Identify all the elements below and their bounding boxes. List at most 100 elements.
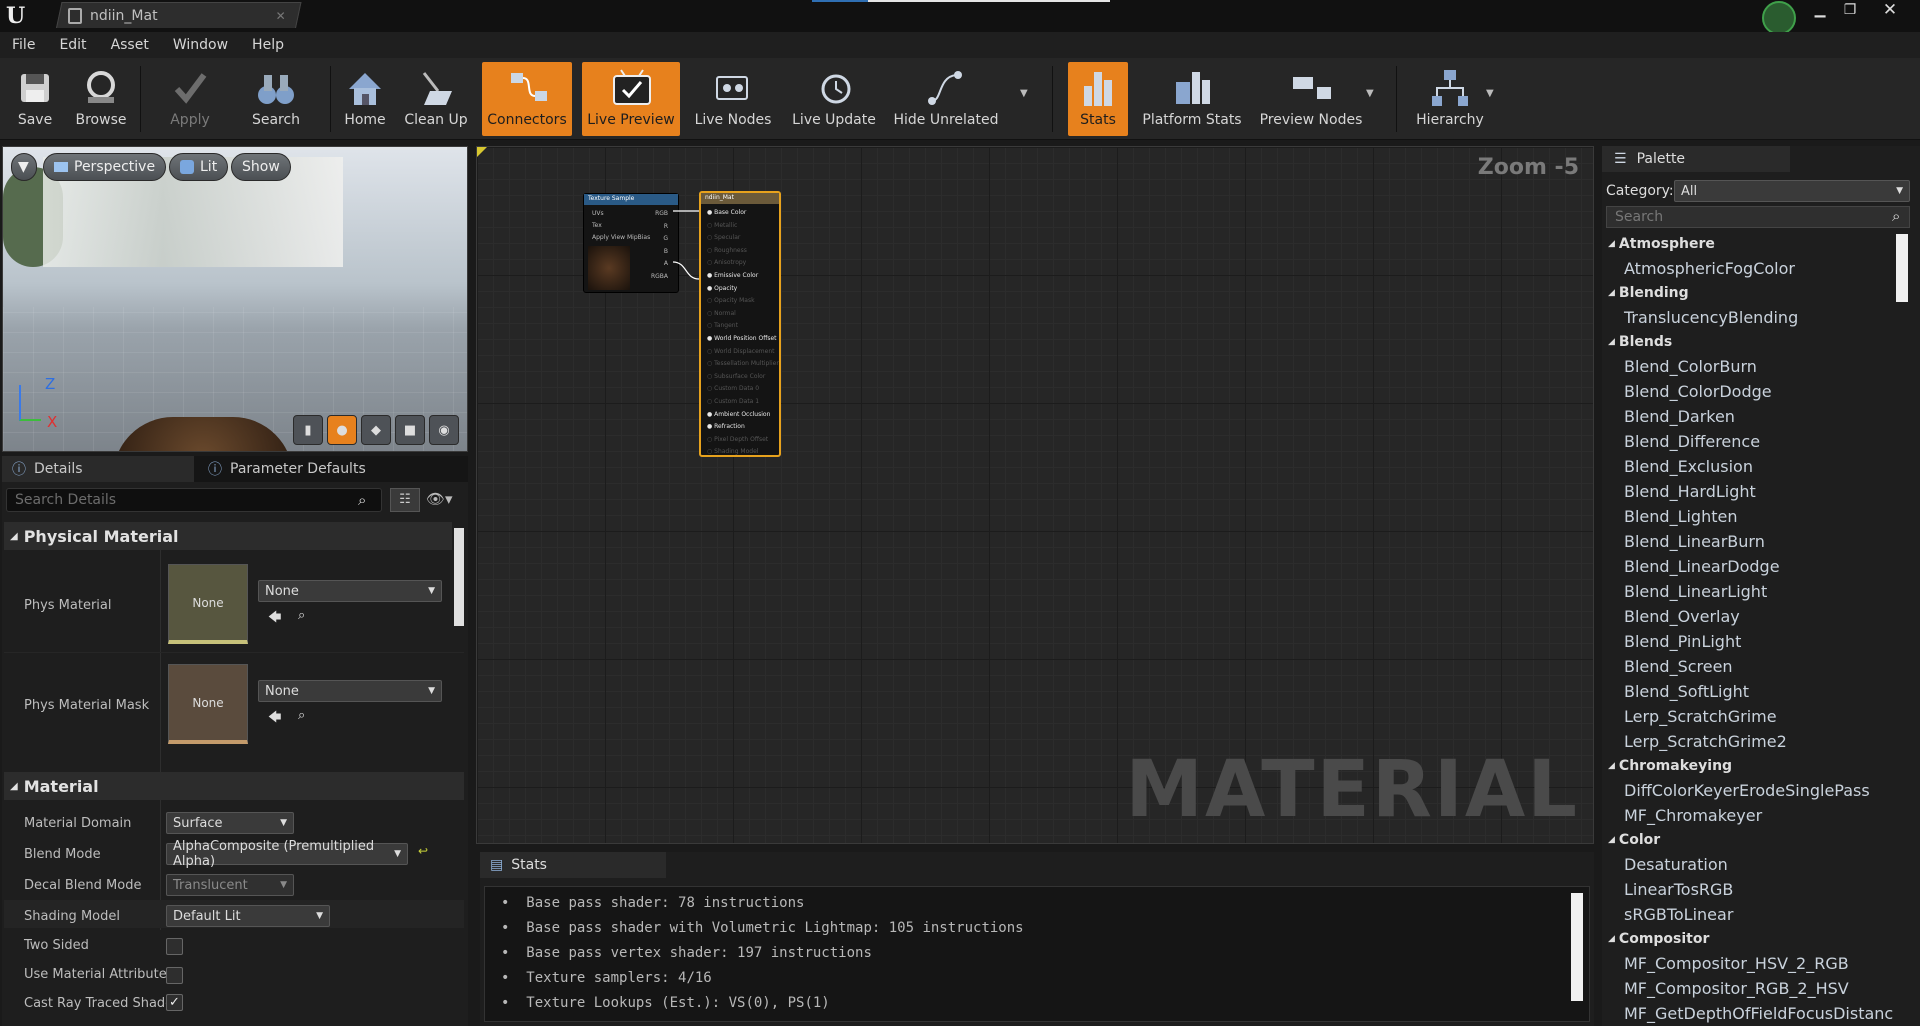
palette-item[interactable]: MF_Chromakeyer [1602,803,1902,828]
material-pin[interactable]: ○ Metallic [707,220,779,233]
phys-material-mask-thumbnail[interactable]: None [168,664,248,744]
material-pin[interactable]: ● Ambient Occlusion [707,409,779,422]
lit-button[interactable]: Lit [169,153,229,181]
palette-category[interactable]: ◢ Color [1602,828,1902,852]
home-button[interactable]: Home [336,62,394,136]
palette-item[interactable]: Blend_Difference [1602,429,1902,454]
material-pin[interactable]: ○ Custom Data 0 [707,383,779,396]
view-options-icon[interactable]: ☷ [390,488,420,512]
details-search-input[interactable]: Search Details [6,488,382,512]
palette-item[interactable]: Blend_ColorBurn [1602,354,1902,379]
cast-ray-traced-shadows-checkbox[interactable]: ✓ [166,994,183,1011]
learning-icon[interactable] [1762,1,1796,35]
palette-category[interactable]: ◢ Blending [1602,281,1902,305]
perspective-button[interactable]: Perspective [43,153,167,181]
material-pin[interactable]: ● Emissive Color [707,270,779,283]
material-pin[interactable]: ○ Pixel Depth Offset [707,434,779,447]
palette-item[interactable]: Blend_Screen [1602,654,1902,679]
preview-nodes-button[interactable]: Preview Nodes [1256,62,1366,136]
tab-parameter-defaults[interactable]: ⓘ Parameter Defaults [198,456,378,482]
palette-item[interactable]: Blend_PinLight [1602,629,1902,654]
eye-visibility-icon[interactable]: 👁▾ [426,490,453,508]
palette-item[interactable]: LinearTosRGB [1602,877,1902,902]
cylinder-icon[interactable]: ▮ [293,415,323,445]
palette-item[interactable]: MF_Compositor_HSV_2_RGB [1602,951,1902,976]
sphere-icon[interactable]: ● [327,415,357,445]
palette-item[interactable]: Desaturation [1602,852,1902,877]
show-button[interactable]: Show [231,153,291,181]
material-pin[interactable]: ○ Specular [707,232,779,245]
material-pin[interactable]: ○ World Displacement [707,346,779,359]
viewport-options-button[interactable]: ▼ [11,153,37,181]
palette-item[interactable]: Lerp_ScratchGrime [1602,704,1902,729]
palette-item[interactable]: Blend_Darken [1602,404,1902,429]
palette-item[interactable]: AtmosphericFogColor [1602,256,1902,281]
live-nodes-button[interactable]: Live Nodes [688,62,778,136]
category-combo[interactable]: All ▼ [1674,180,1910,202]
material-pin[interactable]: ○ Subsurface Color [707,371,779,384]
stats-button[interactable]: Stats [1068,62,1128,136]
menu-window[interactable]: Window [161,37,240,53]
browse-asset-search-icon[interactable]: ⌕ [298,708,305,723]
material-pin[interactable]: ○ Tessellation Multiplier [707,358,779,371]
save-button[interactable]: Save [6,62,64,136]
material-result-node[interactable]: ndiin_Mat ● Base Color ○ Metallic ○ Specul… [699,191,781,457]
preview-viewport[interactable]: ▼ Perspective Lit Show Z X ▮ ● ◆ ■ ◉ [2,146,468,452]
menu-help[interactable]: Help [240,37,296,53]
physical-material-header[interactable]: ◢ Physical Material [4,522,452,550]
material-header[interactable]: ◢ Material [4,772,464,800]
browse-button[interactable]: Browse [72,62,130,136]
connectors-button[interactable]: Connectors [482,62,572,136]
minimize-icon[interactable]: ▁ [1806,0,1834,20]
phys-material-mask-combo[interactable]: None ▼ [258,680,442,702]
material-pin[interactable]: ○ Anisotropy [707,257,779,270]
shading-model-combo[interactable]: Default Lit ▼ [166,905,330,927]
close-window-icon[interactable]: ✕ [1876,0,1904,20]
tab-stats[interactable]: ▤ Stats [480,852,666,878]
palette-item[interactable]: Blend_ColorDodge [1602,379,1902,404]
material-pin[interactable]: ○ Opacity Mask [707,295,779,308]
details-scrollbar[interactable] [454,528,464,626]
palette-search-input[interactable]: Search [1606,206,1910,228]
palette-item[interactable]: sRGBToLinear [1602,902,1902,927]
teapot-icon[interactable]: ◉ [429,415,459,445]
palette-category[interactable]: ◢ Chromakeying [1602,754,1902,778]
tab-palette[interactable]: ☰ Palette [1602,146,1790,172]
material-pin[interactable]: ○ Custom Data 1 [707,396,779,409]
material-pin[interactable]: ● Base Color [707,207,779,220]
two-sided-checkbox[interactable] [166,938,183,955]
use-selected-arrow-icon[interactable]: 🡄 [268,608,281,630]
palette-category[interactable]: ◢ Compositor [1602,927,1902,951]
material-pin[interactable]: ○ Tangent [707,320,779,333]
search-button[interactable]: Search [244,62,308,136]
tab-details[interactable]: ⓘ Details [2,456,194,482]
use-selected-arrow-icon[interactable]: 🡄 [268,708,281,730]
palette-item[interactable]: DiffColorKeyerErodeSinglePass [1602,778,1902,803]
palette-item[interactable]: Blend_SoftLight [1602,679,1902,704]
hide-unrelated-button[interactable]: Hide Unrelated [890,62,1002,136]
asset-tab[interactable]: ndiin_Mat ✕ [68,5,286,27]
platform-stats-button[interactable]: Platform Stats [1138,62,1246,136]
palette-item[interactable]: TranslucencyBlending [1602,305,1902,330]
reset-to-default-icon[interactable]: ↩ [418,844,428,858]
palette-item[interactable]: Blend_LinearBurn [1602,529,1902,554]
palette-category[interactable]: ◢ Blends [1602,330,1902,354]
menu-edit[interactable]: Edit [47,37,98,53]
palette-item[interactable]: Blend_LinearDodge [1602,554,1902,579]
material-pin[interactable]: ● Opacity [707,283,779,296]
toolbar-dropdown-arrow-icon[interactable]: ▼ [1020,88,1028,99]
palette-category[interactable]: ◢ Atmosphere [1602,232,1902,256]
hierarchy-button[interactable]: Hierarchy [1410,62,1490,136]
palette-item[interactable]: Blend_Overlay [1602,604,1902,629]
palette-item[interactable]: Blend_Lighten [1602,504,1902,529]
palette-item[interactable]: MF_GetDepthOfFieldFocusDistanc [1602,1001,1902,1026]
material-pin[interactable]: ● World Position Offset [707,333,779,346]
live-preview-button[interactable]: Live Preview [582,62,680,136]
use-material-attributes-checkbox[interactable] [166,967,183,984]
palette-item[interactable]: Blend_HardLight [1602,479,1902,504]
apply-button[interactable]: Apply [160,62,220,136]
unreal-logo-icon[interactable]: U [6,3,30,29]
blend-mode-combo[interactable]: AlphaComposite (Premultiplied Alpha) ▼ [166,839,408,869]
material-pin[interactable]: ○ Shading Model [707,446,779,459]
material-pin[interactable]: ● Refraction [707,421,779,434]
